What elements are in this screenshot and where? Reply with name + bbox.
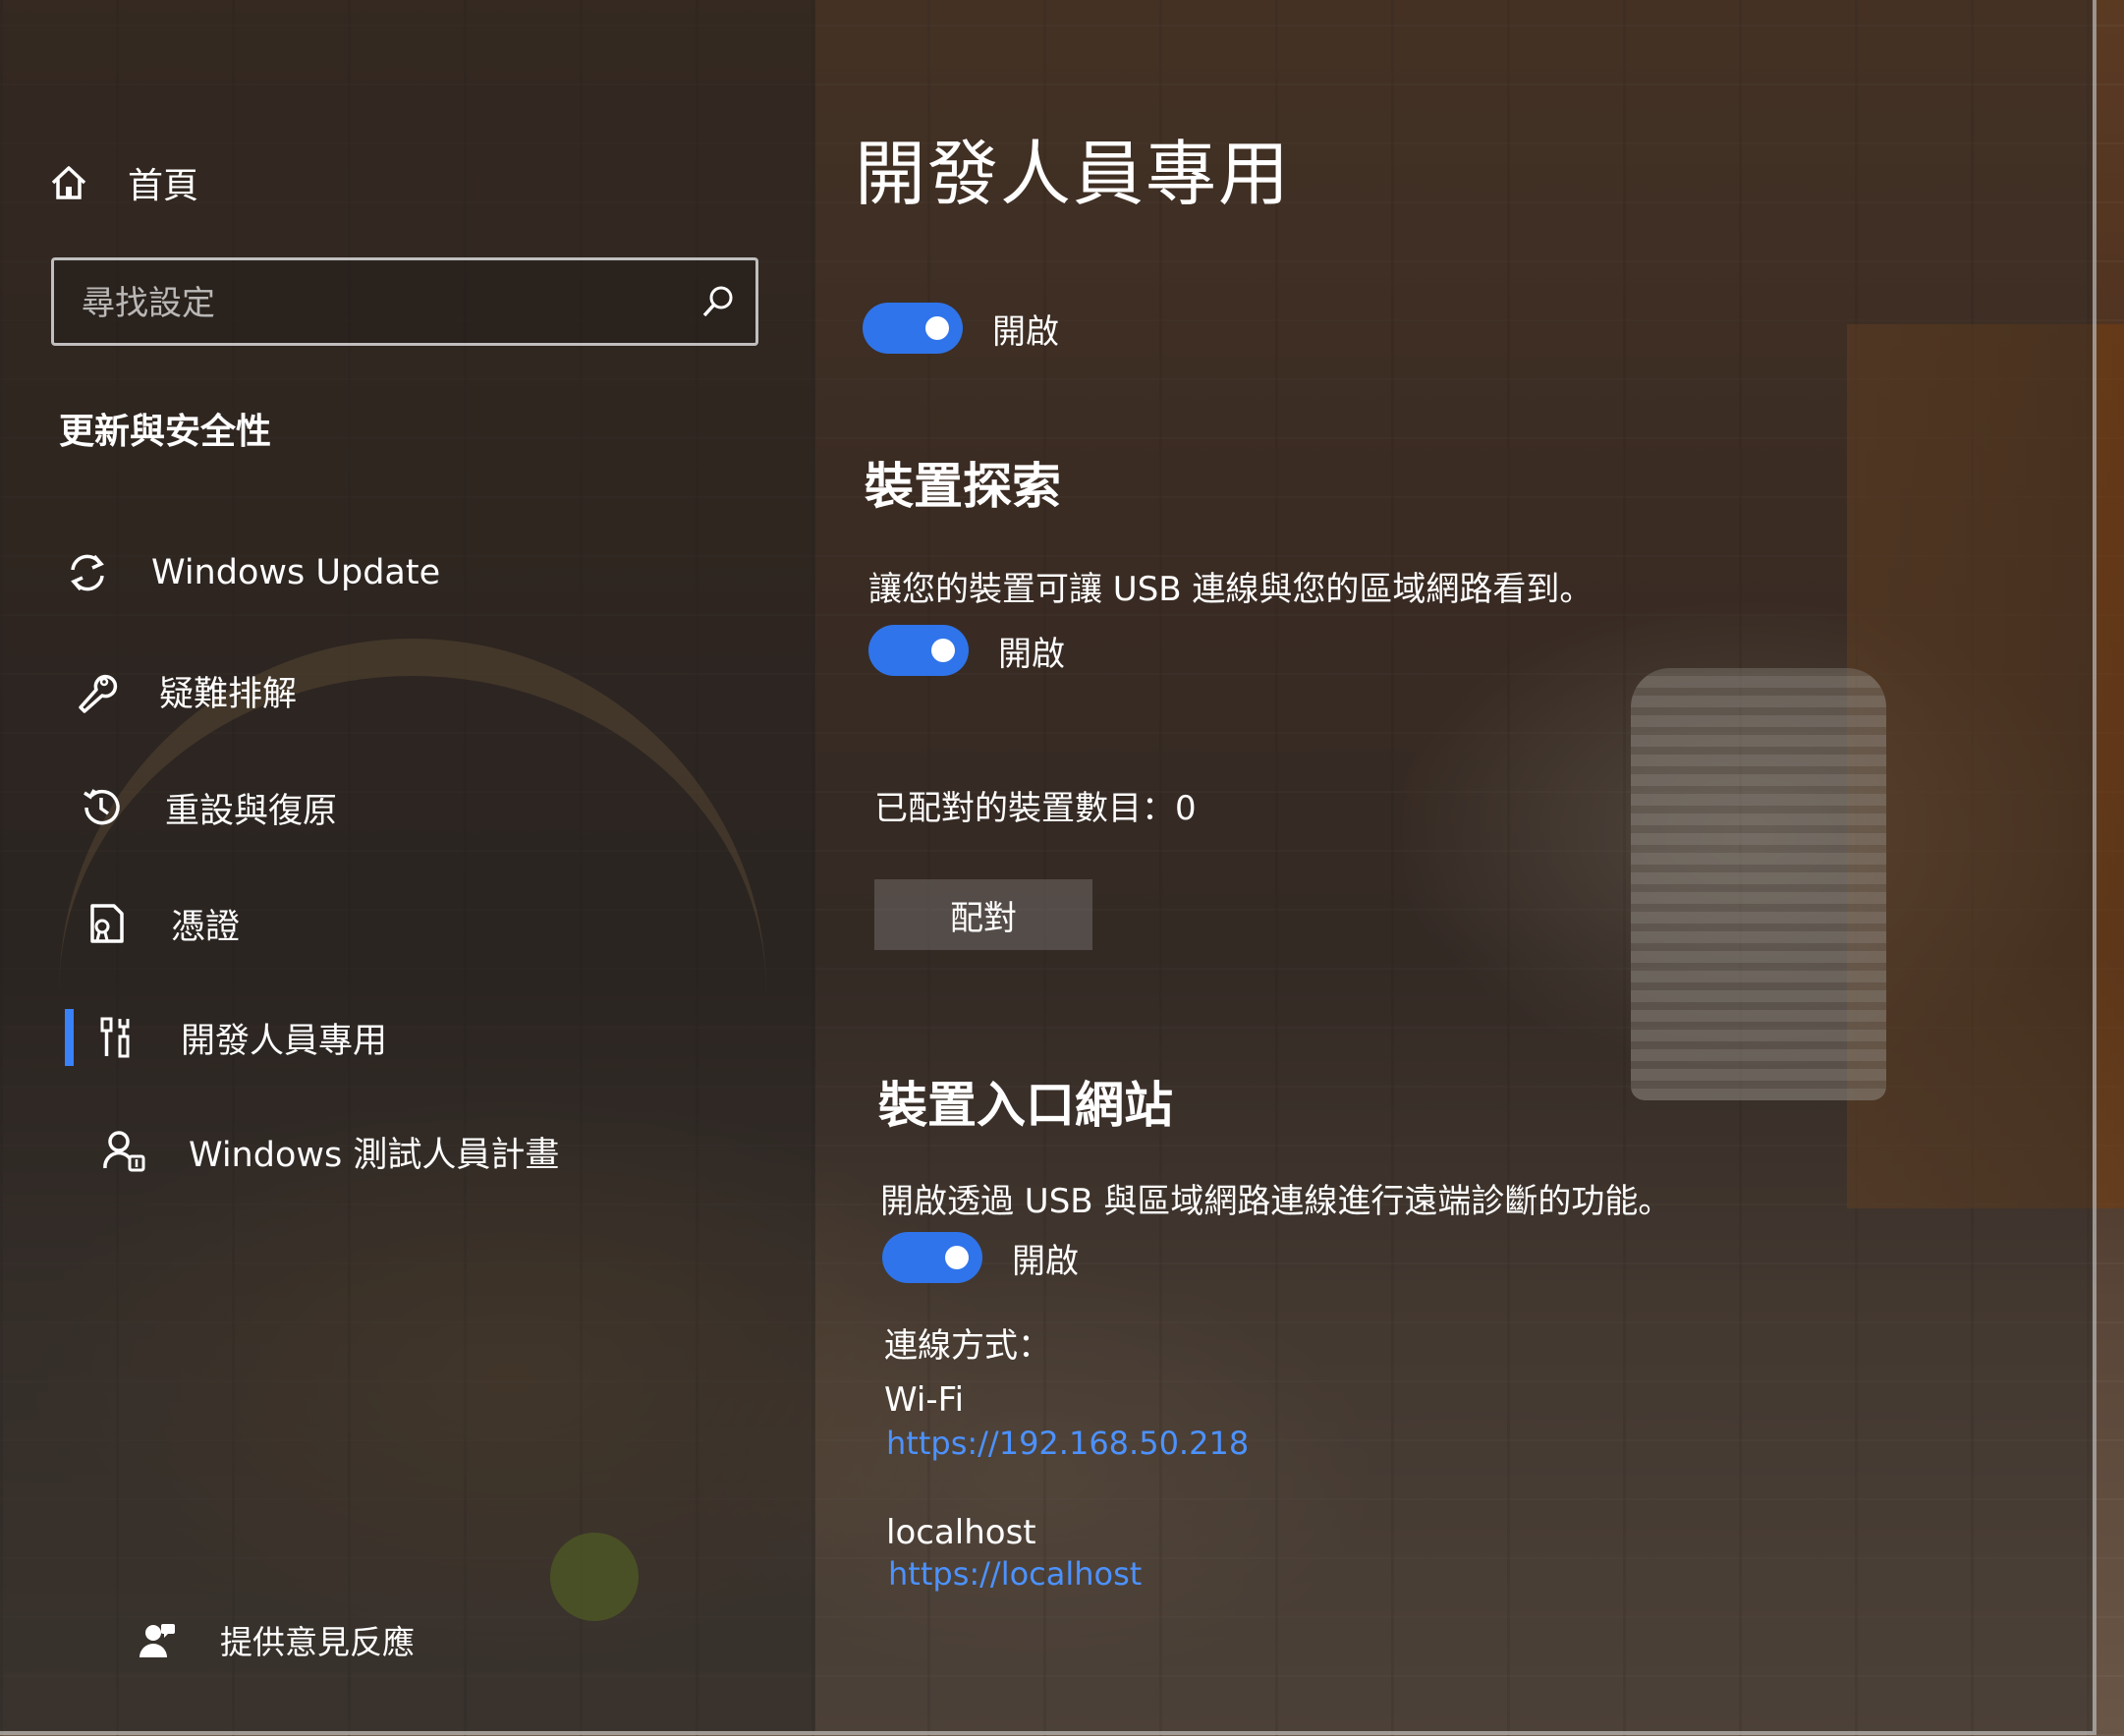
feedback-label: 提供意見反應 [220, 1623, 415, 1661]
page-title: 開發人員專用 [855, 133, 1292, 215]
feedback-icon [140, 1624, 175, 1657]
device-portal-description: 開啟透過 USB 與區域網路連線進行遠端診斷的功能。 [880, 1182, 1672, 1221]
history-icon [84, 789, 120, 825]
wrench-icon [79, 674, 118, 713]
paired-devices-count: 已配對的裝置數目：0 [874, 789, 1197, 828]
feedback-link[interactable]: 提供意見反應 [138, 1616, 415, 1663]
developer-mode-toggle-label: 開啟 [992, 311, 1059, 352]
search-input[interactable] [80, 278, 693, 329]
device-discovery-description: 讓您的裝置可讓 USB 連線與您的區域網路看到。 [868, 570, 1593, 609]
sidebar-item-troubleshoot[interactable]: 疑難排解 [73, 656, 297, 725]
sidebar: 首頁 更新與安全性 Windows Update [0, 0, 815, 1731]
section-title: 更新與安全性 [59, 412, 272, 452]
developer-mode-toggle[interactable] [863, 303, 963, 354]
home-icon [51, 166, 86, 199]
device-discovery-toggle-row: 開啟 [868, 625, 1065, 676]
sidebar-item-label: 憑證 [171, 907, 241, 947]
mixed-reality-background: 首頁 更新與安全性 Windows Update [0, 0, 2124, 1736]
connection-url-localhost[interactable]: https://localhost [888, 1555, 1142, 1593]
insider-icon [103, 1131, 145, 1172]
pair-button[interactable]: 配對 [874, 879, 1092, 950]
nav-home-label: 首頁 [128, 166, 199, 206]
sync-icon [71, 554, 104, 591]
search-icon[interactable] [700, 284, 736, 319]
device-discovery-toggle[interactable] [868, 625, 969, 676]
device-portal-toggle-label: 開啟 [1012, 1241, 1079, 1281]
connect-using-label: 連線方式： [884, 1326, 1051, 1366]
main-content: 開發人員專用 開啟 裝置探索 讓您的裝置可讓 USB 連線與您的區域網路看到。 … [845, 0, 2063, 1731]
sidebar-item-windows-insider[interactable]: Windows 測試人員計畫 [102, 1117, 559, 1186]
sidebar-item-label: 疑難排解 [159, 674, 298, 714]
developer-mode-toggle-row: 開啟 [863, 303, 1059, 354]
sidebar-item-label: 開發人員專用 [181, 1021, 388, 1061]
sidebar-item-windows-update[interactable]: Windows Update [65, 538, 440, 607]
sidebar-item-for-developers[interactable]: 開發人員專用 [64, 1003, 388, 1072]
sidebar-item-certificates[interactable]: 憑證 [84, 889, 240, 958]
search-box [51, 257, 758, 346]
sidebar-item-label: Windows Update [151, 553, 441, 592]
device-portal-toggle[interactable] [882, 1232, 982, 1283]
device-portal-toggle-row: 開啟 [882, 1232, 1079, 1283]
device-portal-heading: 裝置入口網站 [878, 1077, 1173, 1134]
settings-window: 首頁 更新與安全性 Windows Update [0, 0, 2096, 1735]
device-discovery-toggle-label: 開啟 [998, 634, 1065, 674]
device-discovery-heading: 裝置探索 [865, 458, 1061, 515]
nav-home[interactable]: 首頁 [49, 157, 198, 208]
connection-name-localhost: localhost [886, 1513, 1036, 1552]
connection-url-wifi[interactable]: https://192.168.50.218 [886, 1425, 1249, 1462]
sidebar-item-label: Windows 測試人員計畫 [189, 1135, 560, 1175]
sidebar-item-recovery[interactable]: 重設與復原 [79, 773, 337, 842]
connection-name-wifi: Wi-Fi [884, 1380, 965, 1420]
certificate-icon [90, 904, 124, 943]
developer-tools-icon [100, 1017, 130, 1058]
sidebar-item-label: 重設與復原 [165, 791, 338, 831]
